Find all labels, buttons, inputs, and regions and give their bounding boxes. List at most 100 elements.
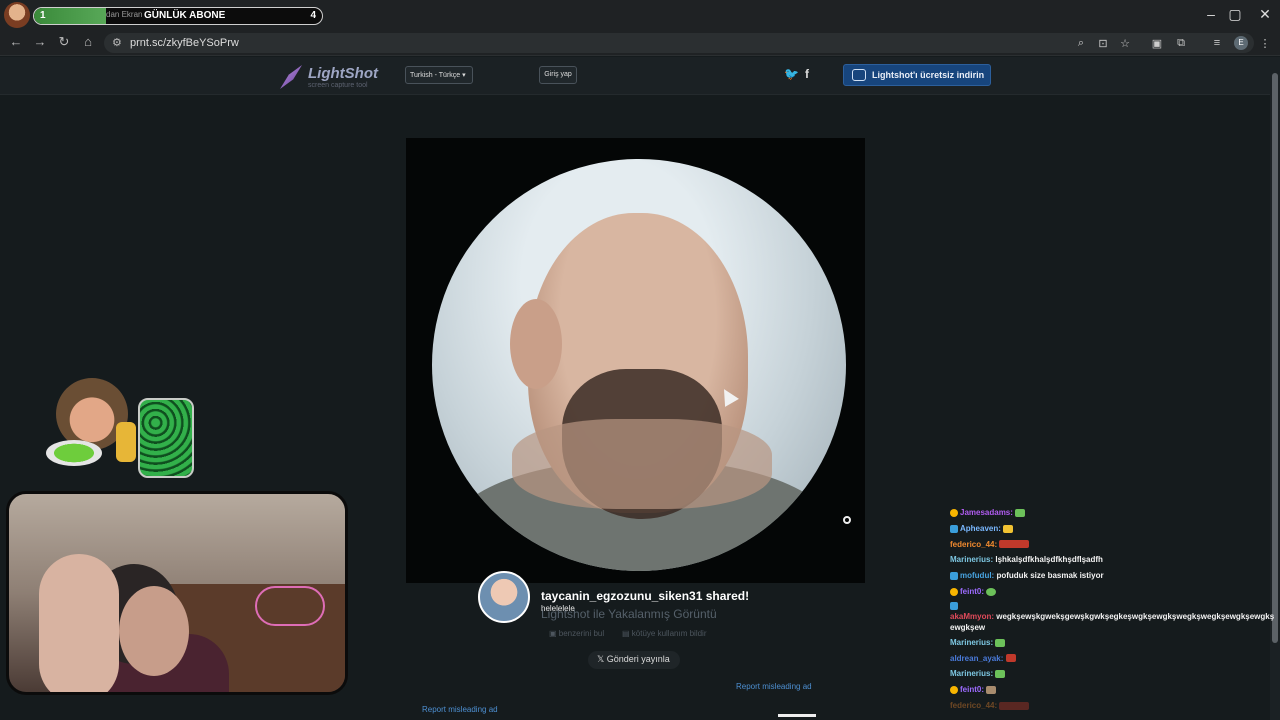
- goal-title: GÜNLÜK ABONE: [144, 10, 226, 21]
- lightshot-header: LightShot screen capture tool Turkish - …: [0, 57, 1270, 95]
- emote-icon: [995, 670, 1006, 679]
- chat-line: Marinerius: lşhkalşdfkhalşdfkhşdflşadfh: [950, 552, 1276, 568]
- chat-nick: mofudul:: [960, 571, 995, 581]
- chat-nick: Marinerius:: [950, 669, 994, 679]
- language-label: Turkish - Türkçe: [410, 72, 461, 79]
- facebook-icon[interactable]: f: [805, 67, 809, 81]
- report-abuse-link[interactable]: ▤ kötüye kullanım bildir: [622, 629, 706, 638]
- chat-nick: Jamesadams:: [960, 508, 1013, 517]
- emote-icon: [1015, 508, 1026, 517]
- goal-faint-text: dan Ekran: [106, 10, 143, 19]
- chat-nick: Marinerius:: [950, 555, 994, 565]
- forward-icon[interactable]: →: [30, 34, 50, 49]
- url-text[interactable]: prnt.sc/zkyfBeYSoPrw: [130, 37, 239, 49]
- webcam-face: [119, 586, 189, 676]
- language-select[interactable]: Turkish - Türkçe ▾: [405, 66, 473, 84]
- chat-line: Apheaven:: [950, 521, 1276, 537]
- download-label: Lightshot'ı ücretsiz indirin: [872, 70, 985, 80]
- install-app-icon[interactable]: ⊡: [1094, 37, 1112, 50]
- badge-icon: [950, 601, 958, 610]
- tweet-label: Gönderi yayınla: [606, 654, 670, 664]
- login-button[interactable]: Giriş yap: [539, 66, 577, 84]
- badge-icon: [950, 572, 958, 581]
- badge-icon: [950, 587, 958, 596]
- shared-subtext: helelelele: [541, 604, 575, 613]
- chat-nick: akaMmyon:: [950, 611, 995, 621]
- edited-photo: [432, 159, 846, 571]
- photo-ear: [510, 299, 562, 389]
- find-similar-link[interactable]: ▣ benzerini bul: [549, 629, 604, 638]
- find-similar-label: benzerini bul: [558, 629, 605, 638]
- chat-line: federico_44:: [950, 537, 1276, 553]
- logo-name: LightShot: [308, 65, 378, 82]
- shared-notice: taycanin_egzozunu_siken31 shared!: [541, 589, 750, 603]
- menu-dots-icon[interactable]: ⋮: [1256, 37, 1274, 50]
- report-abuse-label: kötüye kullanım bildir: [631, 629, 707, 638]
- webcam-arm: [39, 554, 119, 692]
- emote-plate: [46, 440, 102, 466]
- home-icon[interactable]: ⌂: [78, 34, 98, 49]
- back-icon[interactable]: ←: [6, 34, 26, 49]
- chat-line: federico_44:: [950, 698, 1276, 714]
- emote-icon: [1005, 654, 1016, 663]
- reading-list-icon[interactable]: ≡: [1208, 37, 1226, 49]
- tab-search-icon[interactable]: ▣: [1148, 37, 1166, 50]
- video-progress-indicator: [778, 714, 816, 717]
- twitter-icon[interactable]: 🐦: [784, 67, 799, 81]
- maximize-button[interactable]: ▢: [1220, 6, 1250, 23]
- webcam-overlay: [6, 491, 348, 695]
- chat-message: wegkşewşkgwekşgewşkgwkşegkeşwgkşewgkşweg…: [950, 611, 1275, 632]
- screen: 1 dan Ekran GÜNLÜK ABONE 4 – ▢ ✕ ← → ↻ ⌂…: [0, 0, 1280, 720]
- reload-icon[interactable]: ↻: [54, 34, 74, 50]
- webcam-lights: [255, 586, 325, 626]
- logo-tagline: screen capture tool: [308, 82, 368, 89]
- report-ad-link[interactable]: Report misleading ad: [736, 682, 812, 691]
- streamer-avatar: [4, 2, 30, 28]
- emote-icon: [986, 686, 997, 695]
- emote-icon: [1003, 524, 1014, 533]
- circle-dot-icon: [843, 516, 851, 524]
- subscriber-goal-bar: 1 dan Ekran GÜNLÜK ABONE 4: [33, 7, 323, 25]
- profile-avatar[interactable]: E: [1234, 36, 1248, 50]
- goal-start: 1: [40, 10, 46, 21]
- badge-icon: [950, 686, 958, 695]
- feather-icon: [280, 65, 302, 89]
- badge-icon: [950, 508, 958, 517]
- chat-line: Jamesadams:: [950, 505, 1276, 521]
- chat-message: lşhkalşdfkhalşdfkhşdflşadfh: [995, 555, 1103, 565]
- emote-icon: [999, 540, 1030, 549]
- chat-nick: federico_44:: [950, 539, 998, 549]
- chat-nick: aldrean_ayak:: [950, 653, 1004, 663]
- emote-icon: [995, 638, 1006, 647]
- chat-line: Marinerius:: [950, 635, 1276, 651]
- chat-line: Marinerius:: [950, 666, 1276, 682]
- tweet-button[interactable]: 𝕏 Gönderi yayınla: [588, 651, 680, 669]
- chat-nick: Marinerius:: [950, 637, 994, 647]
- chat-nick: Apheaven:: [960, 523, 1001, 533]
- chat-line: feint0:: [950, 584, 1276, 600]
- badge-icon: [950, 524, 958, 533]
- browser-toolbar: ← → ↻ ⌂ ⚙ prnt.sc/zkyfBeYSoPrw ⌕ ⊡ ☆ ▣ ⧉…: [0, 30, 1280, 56]
- photo-hands: [512, 419, 772, 509]
- extensions-icon[interactable]: ⧉: [1172, 37, 1190, 50]
- emote-beer: [116, 422, 136, 462]
- chat-nick: federico_44:: [950, 700, 998, 710]
- goal-end: 4: [310, 10, 316, 21]
- chat-line: akaMmyon: wegkşewşkgwekşgewşkgwkşegkeşwg…: [950, 600, 1276, 633]
- close-button[interactable]: ✕: [1250, 6, 1280, 23]
- report-ad-link-2[interactable]: Report misleading ad: [422, 705, 498, 714]
- zoom-icon[interactable]: ⌕: [1072, 37, 1090, 50]
- lightshot-logo[interactable]: LightShot screen capture tool: [280, 63, 400, 91]
- emote-jar: [138, 398, 194, 478]
- chat-line: mofudul: pofuduk size basmak istiyor: [950, 568, 1276, 584]
- site-info-icon[interactable]: ⚙: [112, 36, 122, 49]
- bookmark-star-icon[interactable]: ☆: [1116, 37, 1134, 50]
- emote-icon: [986, 587, 997, 596]
- sharer-avatar: [478, 571, 530, 623]
- stream-chat: Jamesadams: Apheaven: federico_44: Marin…: [950, 505, 1276, 720]
- chat-nick: feint0:: [960, 586, 984, 596]
- chat-nick: feint0:: [960, 685, 984, 695]
- chat-line: feint0:: [950, 682, 1276, 698]
- emote-icon: [999, 701, 1030, 710]
- download-button[interactable]: Lightshot'ı ücretsiz indirin: [843, 64, 991, 86]
